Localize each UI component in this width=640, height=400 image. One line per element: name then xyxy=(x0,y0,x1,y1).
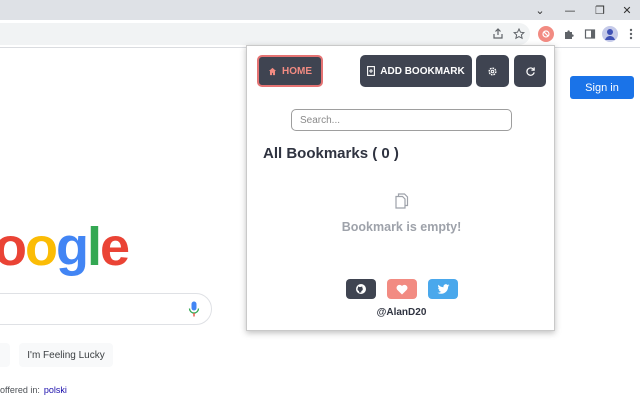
donate-heart-link[interactable] xyxy=(387,279,417,299)
settings-button[interactable] xyxy=(476,55,509,87)
add-bookmark-label: ADD BOOKMARK xyxy=(380,65,465,77)
twitter-link[interactable] xyxy=(428,279,458,299)
browser-titlebar: ⌄ — ❐ ✕ xyxy=(0,0,640,20)
heart-icon xyxy=(396,284,408,294)
browser-toolbar xyxy=(0,20,640,48)
language-link-polski[interactable]: polski xyxy=(44,385,67,395)
home-button-label: HOME xyxy=(282,65,312,77)
bookmark-extension-popup: HOME ADD BOOKMARK All Bookmarks ( 0 ) Bo… xyxy=(246,45,555,331)
bookmark-search-input[interactable] xyxy=(291,109,512,131)
minimize-button[interactable]: — xyxy=(555,0,585,20)
twitter-icon xyxy=(437,283,449,294)
empty-state-message: Bookmark is empty! xyxy=(341,220,462,234)
mic-icon[interactable] xyxy=(188,301,200,317)
github-link[interactable] xyxy=(346,279,376,299)
screen: ⌄ — ❐ ✕ oogle I'm Feeling Lucky offered … xyxy=(0,0,640,400)
google-search-button[interactable] xyxy=(0,343,10,367)
restore-button[interactable]: ❐ xyxy=(585,0,615,20)
offered-in-text: offered in: polski xyxy=(0,385,67,395)
google-logo: oogle xyxy=(0,217,130,277)
gear-icon xyxy=(488,66,497,76)
home-button[interactable]: HOME xyxy=(257,55,323,87)
tab-search-icon[interactable]: ⌄ xyxy=(525,0,555,20)
close-window-button[interactable]: ✕ xyxy=(612,0,640,20)
bookmark-add-icon xyxy=(367,66,376,76)
bookmark-extension-icon[interactable] xyxy=(538,26,554,42)
github-icon xyxy=(356,284,366,294)
refresh-button[interactable] xyxy=(514,55,546,87)
home-icon xyxy=(268,67,277,75)
puzzle-icon[interactable] xyxy=(559,24,579,44)
side-panel-icon[interactable] xyxy=(580,24,600,44)
copy-file-icon xyxy=(395,193,409,209)
author-handle: @AlanD20 xyxy=(376,307,427,318)
google-search-box[interactable] xyxy=(0,293,212,325)
sign-in-button[interactable]: Sign in xyxy=(570,76,634,99)
add-bookmark-button[interactable]: ADD BOOKMARK xyxy=(360,55,472,87)
bookmarks-heading: All Bookmarks ( 0 ) xyxy=(263,145,399,162)
refresh-icon xyxy=(525,66,535,76)
share-icon[interactable] xyxy=(488,24,508,44)
profile-avatar-icon[interactable] xyxy=(602,26,618,42)
menu-icon[interactable] xyxy=(621,24,640,44)
address-bar[interactable] xyxy=(0,23,530,45)
offered-in-label: offered in: xyxy=(0,385,40,395)
star-icon[interactable] xyxy=(509,24,529,44)
feeling-lucky-button[interactable]: I'm Feeling Lucky xyxy=(19,343,113,367)
